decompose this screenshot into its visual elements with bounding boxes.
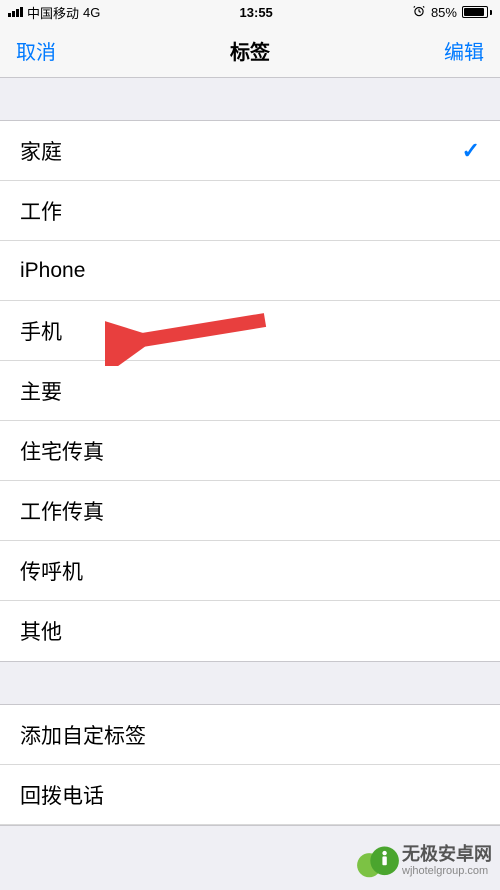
label-row-other[interactable]: 其他 [0, 601, 500, 661]
label-text: 回拨电话 [20, 780, 104, 810]
label-text: iPhone [20, 259, 85, 283]
carrier-label: 中国移动 [27, 3, 79, 22]
section-gap [0, 78, 500, 120]
edit-button[interactable]: 编辑 [444, 36, 484, 65]
labels-section: 家庭 ✓ 工作 iPhone 手机 主要 住宅传真 工作传真 传呼机 其他 [0, 120, 500, 662]
label-row-home[interactable]: 家庭 ✓ [0, 121, 500, 181]
watermark-text: 无极安卓网 wjhotelgroup.com [402, 844, 492, 879]
watermark-logo-icon [356, 841, 396, 881]
label-text: 住宅传真 [20, 436, 104, 466]
section-gap [0, 662, 500, 704]
label-row-mobile[interactable]: 手机 [0, 301, 500, 361]
label-text: 手机 [20, 316, 62, 346]
network-label: 4G [83, 5, 100, 20]
label-row-pager[interactable]: 传呼机 [0, 541, 500, 601]
label-row-iphone[interactable]: iPhone [0, 241, 500, 301]
label-text: 工作传真 [20, 496, 104, 526]
checkmark-icon: ✓ [462, 138, 480, 164]
status-left: 中国移动 4G [8, 3, 100, 22]
label-text: 添加自定标签 [20, 720, 146, 750]
battery-pct: 85% [431, 5, 457, 20]
battery-icon [462, 6, 492, 18]
label-row-work[interactable]: 工作 [0, 181, 500, 241]
alarm-icon [412, 4, 426, 21]
cancel-button[interactable]: 取消 [16, 36, 56, 65]
watermark-en: wjhotelgroup.com [402, 865, 492, 878]
label-text: 主要 [20, 376, 62, 406]
nav-bar: 取消 标签 编辑 [0, 24, 500, 78]
extra-section: 添加自定标签 回拨电话 [0, 704, 500, 826]
watermark-cn: 无极安卓网 [402, 844, 492, 866]
label-row-work-fax[interactable]: 工作传真 [0, 481, 500, 541]
callback-row[interactable]: 回拨电话 [0, 765, 500, 825]
watermark: 无极安卓网 wjhotelgroup.com [356, 841, 492, 881]
label-row-home-fax[interactable]: 住宅传真 [0, 421, 500, 481]
status-bar: 中国移动 4G 13:55 85% [0, 0, 500, 24]
signal-icon [8, 7, 23, 17]
status-right: 85% [412, 4, 492, 21]
label-text: 家庭 [20, 136, 62, 166]
label-text: 传呼机 [20, 556, 83, 586]
add-custom-label-row[interactable]: 添加自定标签 [0, 705, 500, 765]
label-row-main[interactable]: 主要 [0, 361, 500, 421]
nav-title: 标签 [230, 36, 270, 65]
status-time: 13:55 [240, 5, 273, 20]
label-text: 工作 [20, 196, 62, 226]
label-text: 其他 [20, 616, 62, 646]
